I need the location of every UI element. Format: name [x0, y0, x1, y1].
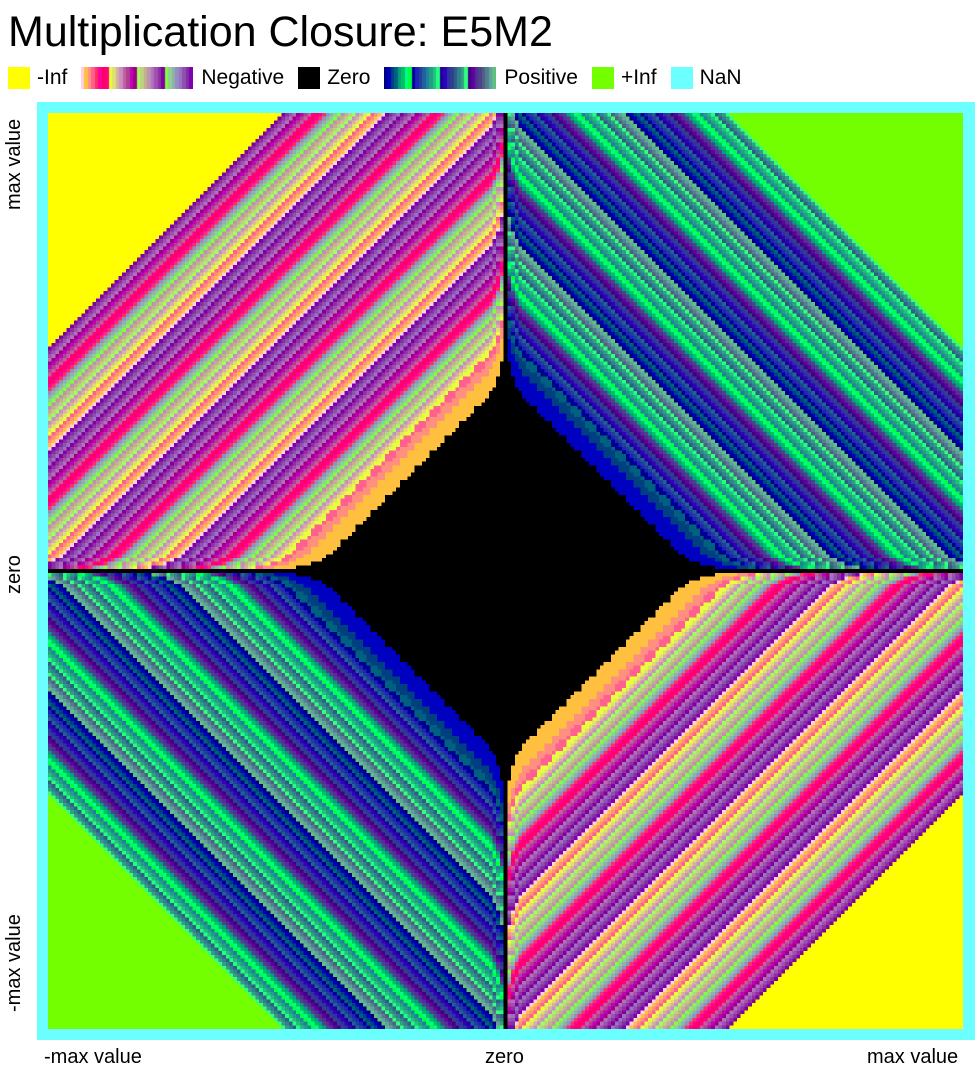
legend-swatch-nan [670, 67, 693, 89]
legend-gradient-negative [81, 67, 194, 89]
y-tick-zero: zero [3, 555, 25, 594]
x-tick-zero: zero [485, 1046, 524, 1068]
x-tick-max: max value [867, 1046, 959, 1068]
legend-swatch-neg-inf [8, 67, 30, 89]
chart-title: Multiplication Closure: E5M2 [8, 8, 553, 56]
x-tick-min: -max value [44, 1046, 142, 1068]
y-tick-max: max value [3, 118, 25, 210]
y-tick-min: -max value [3, 914, 25, 1012]
legend-label-negative: Negative [201, 66, 285, 89]
legend-label-nan: NaN [699, 66, 742, 89]
legend-label-zero: Zero [327, 66, 371, 89]
legend: -Inf Negative Zero Positive +Inf NaN [8, 66, 756, 90]
heatmap-plot [48, 113, 963, 1029]
legend-swatch-zero [298, 67, 321, 89]
legend-label-neg-inf: -Inf [37, 66, 68, 89]
legend-label-pos-inf: +Inf [620, 66, 657, 89]
legend-label-positive: Positive [504, 66, 578, 89]
legend-swatch-pos-inf [591, 67, 614, 89]
legend-gradient-positive [384, 67, 497, 89]
